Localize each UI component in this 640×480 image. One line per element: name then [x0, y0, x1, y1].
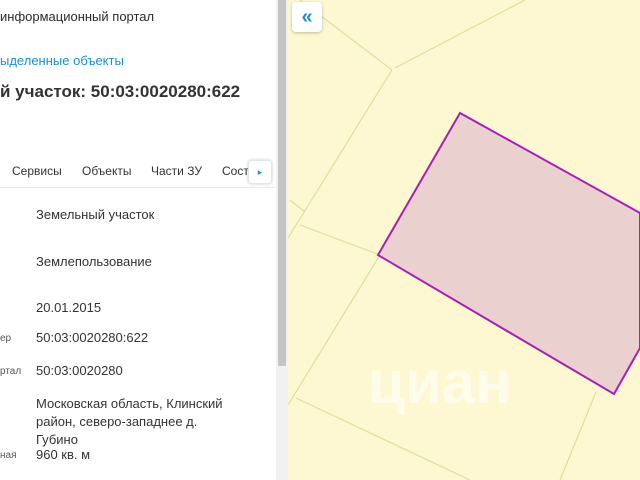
scrollbar-thumb[interactable]: [278, 0, 286, 366]
tabs-next-button[interactable]: ▸: [248, 160, 272, 184]
watermark: циан: [368, 348, 511, 417]
tab-objects[interactable]: Объекты: [82, 164, 132, 178]
tab-divider: [0, 187, 276, 188]
info-panel: информационный портал ыделенные объекты …: [0, 0, 276, 480]
property-value: Московская область, Клинский район, севе…: [36, 396, 223, 447]
property-value: 50:03:0020280:622: [36, 330, 149, 345]
watermark-logo: циан: [368, 349, 512, 416]
parcel-boundary: [289, 199, 306, 213]
tab-services[interactable]: Сервисы: [12, 164, 62, 178]
parcel-boundary: [299, 224, 381, 256]
map-view[interactable]: циан: [288, 0, 640, 480]
property-label: ная: [0, 450, 17, 461]
parcel-boundary: [559, 391, 597, 480]
collapse-panel-button[interactable]: «: [292, 2, 322, 32]
property-value: Земельный участок: [36, 207, 155, 222]
parcel-boundary: [288, 69, 393, 239]
panel-scrollbar[interactable]: [276, 0, 288, 480]
parcel-boundary: [394, 0, 526, 69]
double-chevron-left-icon: «: [301, 5, 313, 28]
property-label: ер: [0, 333, 12, 344]
property-label: ртал: [0, 366, 22, 377]
portal-title: информационный портал: [0, 9, 155, 24]
property-value: 960 кв. м: [36, 447, 91, 462]
selected-objects-link[interactable]: ыделенные объекты: [0, 53, 124, 68]
property-value: Землепользование: [36, 254, 152, 269]
parcel-title: й участок: 50:03:0020280:622: [0, 82, 241, 101]
property-value: 20.01.2015: [36, 300, 102, 315]
parcel-boundary: [288, 254, 381, 406]
property-value: 50:03:0020280: [36, 363, 123, 378]
tab-parcel-parts[interactable]: Части ЗУ: [151, 164, 202, 178]
chevron-right-icon: ▸: [257, 166, 263, 177]
